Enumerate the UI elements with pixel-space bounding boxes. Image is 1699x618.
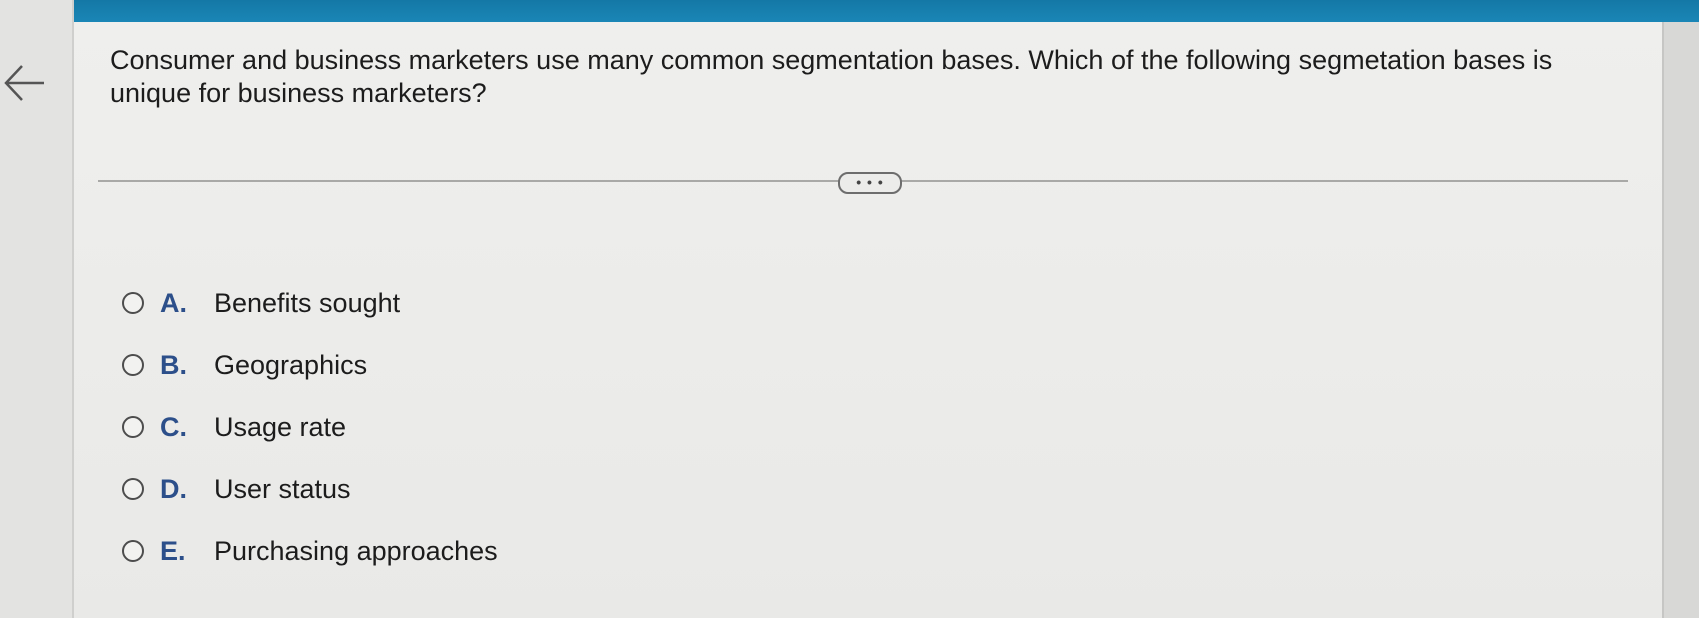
radio-button[interactable] — [122, 540, 144, 562]
back-button[interactable] — [2, 58, 46, 108]
left-panel — [0, 0, 74, 618]
question-text: Consumer and business marketers use many… — [110, 45, 1553, 108]
option-d[interactable]: D. User status — [122, 458, 498, 520]
radio-button[interactable] — [122, 416, 144, 438]
option-label: Geographics — [214, 349, 368, 380]
radio-button[interactable] — [122, 292, 144, 314]
screen: Consumer and business marketers use many… — [0, 0, 1699, 618]
radio-button[interactable] — [122, 478, 144, 500]
more-button[interactable]: • • • — [838, 172, 902, 194]
option-c[interactable]: C. Usage rate — [122, 396, 498, 458]
option-label: Purchasing approaches — [214, 535, 498, 566]
option-letter: D. — [160, 473, 187, 504]
radio-button[interactable] — [122, 354, 144, 376]
answer-options: A. Benefits sought B. Geographics C. Usa… — [122, 272, 498, 582]
question-panel: Consumer and business marketers use many… — [74, 22, 1662, 618]
option-letter: A. — [160, 287, 187, 318]
option-a[interactable]: A. Benefits sought — [122, 272, 498, 334]
option-label: User status — [214, 473, 351, 504]
option-b[interactable]: B. Geographics — [122, 334, 498, 396]
option-letter: C. — [160, 411, 187, 442]
top-bar — [0, 0, 1699, 22]
option-label: Benefits sought — [214, 287, 401, 318]
option-label: Usage rate — [214, 411, 347, 442]
option-e[interactable]: E. Purchasing approaches — [122, 520, 498, 582]
right-edge — [1662, 22, 1699, 618]
option-letter: B. — [160, 349, 187, 380]
arrow-left-icon — [4, 65, 44, 101]
option-letter: E. — [160, 535, 186, 566]
